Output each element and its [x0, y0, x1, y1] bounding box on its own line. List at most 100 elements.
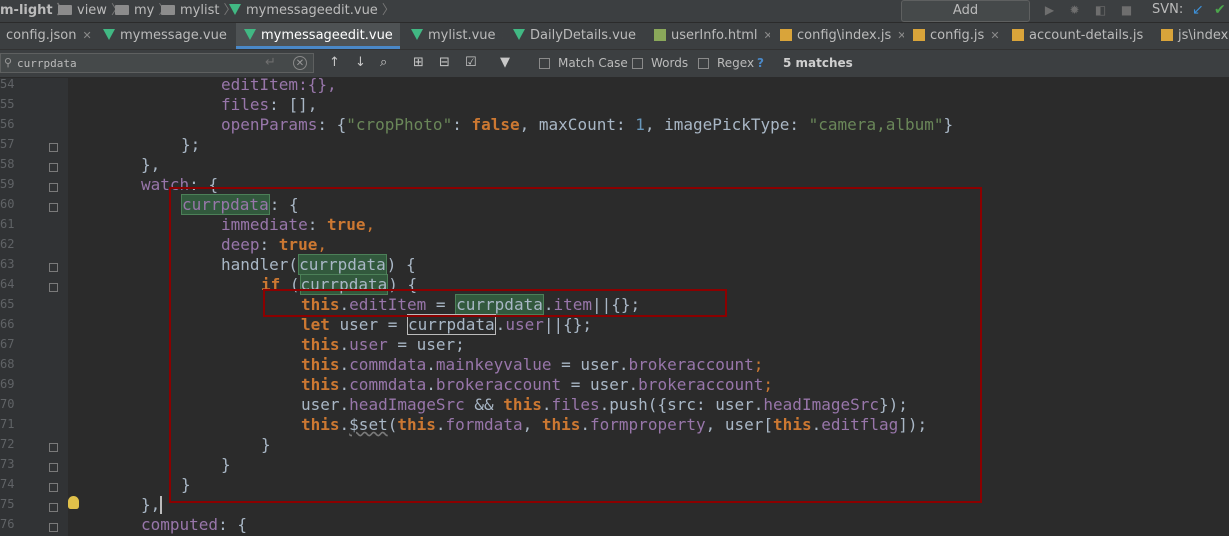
run-icon[interactable]: ▶	[1043, 4, 1056, 17]
fold-marker-icon[interactable]	[49, 443, 58, 452]
close-icon[interactable]: ✕	[1149, 29, 1150, 42]
fold-marker-icon[interactable]	[49, 163, 58, 172]
line-number: 72	[0, 437, 15, 451]
fold-marker-icon[interactable]	[49, 523, 58, 532]
fold-marker-icon[interactable]	[49, 463, 58, 472]
tab-dailydetails-vue[interactable]: DailyDetails.vue ✕	[507, 23, 643, 49]
folder-icon	[115, 5, 129, 15]
navigation-bar: m-light〉 view〉 my〉 mylist〉 mymessageedit…	[0, 0, 1229, 38]
clear-search-icon[interactable]: ✕	[293, 56, 307, 70]
fold-marker-icon[interactable]	[49, 183, 58, 192]
filter-icon[interactable]: ▼	[500, 56, 510, 70]
debug-icon[interactable]: ✹	[1068, 4, 1081, 17]
select-all-occurrences-icon[interactable]: ☑	[465, 56, 477, 70]
find-bar: ⚲ ↵ ✕ ↑ ↓ ⌕ ⊞ ⊟ ☑ ▼ Match Case Words Reg…	[0, 50, 1229, 78]
match-case-label[interactable]: Match Case	[558, 56, 628, 70]
tab-label: config.js	[930, 28, 985, 43]
breadcrumb-label: mylist	[180, 3, 220, 18]
close-icon[interactable]: ✕	[642, 29, 643, 42]
fold-marker-icon[interactable]	[49, 263, 58, 272]
tab-config-index-js[interactable]: config\index.js ✕	[774, 23, 904, 49]
lightbulb-icon[interactable]	[68, 496, 79, 509]
line-number: 70	[0, 397, 15, 411]
annotation-box-watch	[169, 187, 982, 503]
tab-label: mymessageedit.vue	[261, 28, 393, 43]
line-number: 61	[0, 217, 15, 231]
close-icon[interactable]: ✕	[399, 29, 400, 42]
breadcrumb-mylist[interactable]: mylist 〉	[161, 2, 236, 20]
breadcrumb-label: mymessageedit.vue	[246, 3, 378, 18]
close-icon[interactable]: ✕	[233, 29, 234, 42]
tab-label: userInfo.html	[671, 28, 758, 43]
code-line-54: editItem:{},	[221, 75, 337, 94]
line-number: 67	[0, 337, 15, 351]
code-line-55: files: [],	[221, 95, 318, 114]
code-line-58: },	[141, 155, 161, 174]
js-file-icon	[913, 29, 925, 41]
words-label[interactable]: Words	[651, 56, 688, 70]
editor-tabs: config.json ✕ mymessage.vue ✕ mymessageedi…	[0, 23, 1229, 50]
line-number: 54	[0, 77, 15, 91]
svn-label: SVN:	[1152, 2, 1184, 17]
tab-js-index[interactable]: js\index.	[1155, 23, 1229, 49]
fold-marker-icon[interactable]	[49, 283, 58, 292]
line-number: 59	[0, 177, 15, 191]
add-occurrence-icon[interactable]: ⊞	[413, 56, 424, 70]
regex-checkbox[interactable]	[698, 58, 709, 69]
close-icon[interactable]: ✕	[502, 29, 503, 42]
folder-icon	[161, 5, 175, 15]
next-occurrence-icon[interactable]: ↓	[355, 56, 366, 70]
fold-marker-icon[interactable]	[49, 143, 58, 152]
svn-update-icon[interactable]: ↙	[1192, 2, 1204, 18]
coverage-icon[interactable]: ◧	[1094, 4, 1107, 17]
stop-icon[interactable]: ■	[1120, 4, 1133, 17]
tab-mylist-vue[interactable]: mylist.vue ✕	[403, 23, 503, 49]
line-number: 55	[0, 97, 15, 111]
code-line-56: openParams: {"cropPhoto": false, maxCoun…	[221, 115, 954, 134]
code-line-76: computed: {	[141, 515, 247, 534]
add-configuration-button[interactable]: Add Configuration...	[901, 0, 1030, 38]
line-number: 66	[0, 317, 15, 331]
line-number: 64	[0, 277, 15, 291]
fold-marker-icon[interactable]	[49, 483, 58, 492]
tab-config-json[interactable]: config.json ✕	[0, 23, 94, 49]
code-line-57: };	[181, 135, 201, 154]
words-checkbox[interactable]	[632, 58, 643, 69]
svn-commit-icon[interactable]: ✔	[1214, 2, 1226, 18]
line-number: 71	[0, 417, 15, 431]
close-icon[interactable]: ✕	[990, 29, 999, 42]
breadcrumb-file[interactable]: mymessageedit.vue 〉	[229, 2, 395, 20]
find-all-icon[interactable]: ⌕	[380, 56, 387, 70]
search-field[interactable]: ⚲ ↵ ✕	[0, 53, 314, 73]
remove-occurrence-icon[interactable]: ⊟	[439, 56, 450, 70]
fold-marker-icon[interactable]	[49, 203, 58, 212]
text-cursor	[160, 496, 162, 514]
search-input[interactable]	[17, 55, 257, 71]
breadcrumb-label: m-light	[0, 3, 53, 18]
tab-config-js[interactable]: config.js ✕	[907, 23, 1003, 49]
close-icon[interactable]: ✕	[83, 29, 92, 42]
tab-account-details-js[interactable]: account-details.js ✕	[1006, 23, 1150, 49]
vue-file-icon	[411, 29, 423, 40]
line-number: 75	[0, 497, 15, 511]
tab-mymessage-vue[interactable]: mymessage.vue ✕	[97, 23, 234, 49]
regex-label[interactable]: Regex	[717, 56, 754, 70]
previous-occurrence-icon[interactable]: ↑	[329, 56, 340, 70]
fold-marker-icon[interactable]	[49, 503, 58, 512]
close-icon[interactable]: ✕	[763, 29, 770, 42]
tab-mymessageedit-vue[interactable]: mymessageedit.vue ✕	[236, 23, 400, 49]
line-number: 57	[0, 137, 15, 151]
search-icon[interactable]: ⚲	[4, 56, 12, 69]
vue-file-icon	[103, 29, 115, 40]
regex-help-link[interactable]: ?	[757, 56, 764, 70]
matches-count: 5 matches	[783, 56, 853, 70]
vue-file-icon	[244, 29, 256, 40]
line-number: 63	[0, 257, 15, 271]
code-editor[interactable]: 54 55 56 57 58 59 60 61 62 63 64 65 66 6…	[0, 75, 1229, 536]
tab-userinfo-html[interactable]: userInfo.html ✕	[648, 23, 770, 49]
match-case-checkbox[interactable]	[539, 58, 550, 69]
annotation-box-edititem	[263, 289, 727, 317]
close-icon[interactable]: ✕	[897, 29, 904, 42]
tab-label: mylist.vue	[428, 28, 496, 43]
tab-label: DailyDetails.vue	[530, 28, 637, 43]
